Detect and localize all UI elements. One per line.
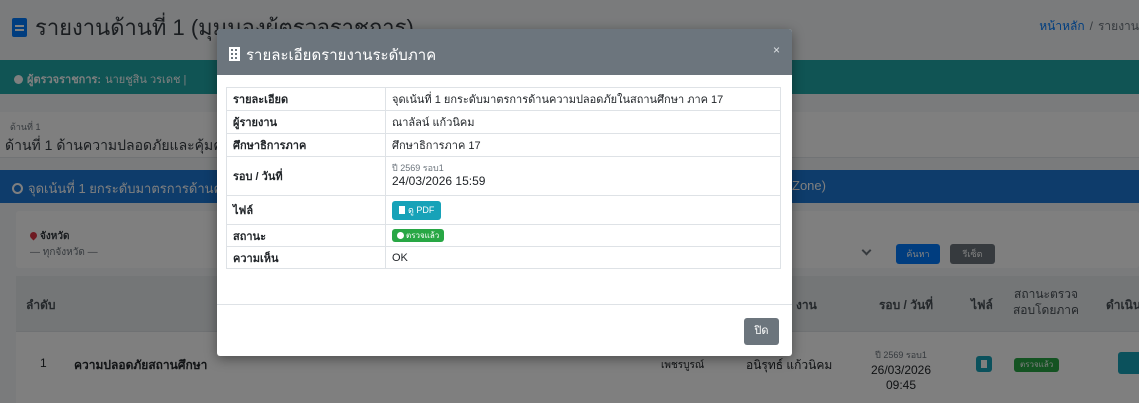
detail-value: จุดเน้นที่ 1 ยกระดับมาตรการด้านความปลอดภ…	[385, 87, 781, 111]
status-label: สถานะ	[226, 224, 386, 247]
reporter-value: ณาลัลน์ แก้วนิคม	[385, 110, 781, 134]
round-row: รอบ / วันที่ ปี 2569 รอบ1 24/03/2026 15:…	[226, 156, 781, 196]
reporter-row: ผู้รายงาน ณาลัลน์ แก้วนิคม	[226, 110, 781, 134]
status-badge-text: ตรวจแล้ว	[406, 231, 440, 240]
region-report-modal: รายละเอียดรายงานระดับภาค × รายละเอียด จุ…	[217, 29, 792, 356]
building-icon	[229, 47, 240, 61]
view-pdf-button[interactable]: ดู PDF	[392, 200, 442, 220]
close-button[interactable]: ปิด	[744, 318, 779, 345]
region-row: ศึกษาธิการภาค ศึกษาธิการภาค 17	[226, 133, 781, 157]
reporter-label: ผู้รายงาน	[226, 110, 386, 134]
comment-row: ความเห็น OK	[226, 246, 781, 269]
detail-label: รายละเอียด	[226, 87, 386, 111]
file-value: ดู PDF	[385, 195, 781, 225]
modal-title-text: รายละเอียดรายงานระดับภาค	[246, 47, 437, 64]
round-value: ปี 2569 รอบ1 24/03/2026 15:59	[385, 156, 781, 196]
modal-header: รายละเอียดรายงานระดับภาค ×	[217, 29, 792, 75]
comment-value: OK	[385, 246, 781, 269]
status-value: ตรวจแล้ว	[385, 224, 781, 247]
check-circle-icon	[397, 232, 404, 239]
comment-label: ความเห็น	[226, 246, 386, 269]
file-label: ไฟล์	[226, 195, 386, 225]
view-pdf-label: ดู PDF	[408, 204, 435, 215]
detail-row: รายละเอียด จุดเน้นที่ 1 ยกระดับมาตรการด้…	[226, 87, 781, 111]
round-sub: ปี 2569 รอบ1	[392, 163, 444, 173]
status-badge: ตรวจแล้ว	[392, 229, 445, 242]
file-icon	[399, 205, 405, 214]
close-icon[interactable]: ×	[773, 43, 780, 57]
round-label: รอบ / วันที่	[226, 156, 386, 196]
modal-body: รายละเอียด จุดเน้นที่ 1 ยกระดับมาตรการด้…	[217, 75, 792, 304]
round-date: 24/03/2026 15:59	[392, 174, 486, 188]
status-row: สถานะ ตรวจแล้ว	[226, 224, 781, 247]
region-value: ศึกษาธิการภาค 17	[385, 133, 781, 157]
region-label: ศึกษาธิการภาค	[226, 133, 386, 157]
detail-table: รายละเอียด จุดเน้นที่ 1 ยกระดับมาตรการด้…	[226, 87, 781, 269]
file-row: ไฟล์ ดู PDF	[226, 195, 781, 225]
modal-footer: ปิด	[217, 304, 792, 356]
modal-title: รายละเอียดรายงานระดับภาค	[229, 43, 436, 67]
